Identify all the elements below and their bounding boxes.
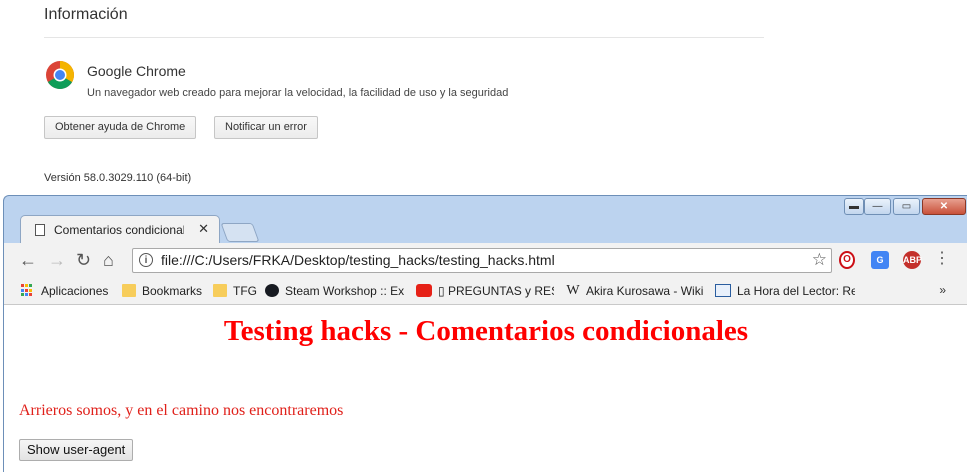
minimize-button[interactable]: — — [864, 198, 891, 215]
window-controls: — ▭ ✕ — [864, 198, 966, 215]
toolbar: ← → ↻ ⌂ i file:///C:/Users/FRKA/Desktop/… — [4, 243, 967, 277]
home-icon[interactable]: ⌂ — [103, 250, 114, 270]
bookmark-label: Bookmarks — [142, 283, 203, 298]
wikipedia-icon: W — [566, 283, 580, 298]
page-content: Testing hacks - Comentarios condicionale… — [4, 305, 967, 472]
bookmark-item-steam[interactable]: Steam Workshop :: Ex — [265, 277, 405, 304]
steam-icon — [265, 284, 279, 297]
maximize-button[interactable]: ▭ — [893, 198, 920, 215]
youtube-icon — [416, 284, 432, 297]
bookmark-label: ▯ PREGUNTAS y RESP — [438, 283, 554, 298]
menu-icon[interactable]: ⋮ — [934, 251, 950, 267]
bookmark-item-youtube[interactable]: ▯ PREGUNTAS y RESP — [416, 277, 554, 304]
get-help-button[interactable]: Obtener ayuda de Chrome — [44, 116, 197, 139]
divider — [44, 37, 764, 38]
chrome-logo-icon — [46, 61, 74, 89]
bookmark-label: Steam Workshop :: Ex — [285, 283, 405, 298]
back-arrow-icon[interactable]: ← — [19, 250, 37, 270]
url-text: file:///C:/Users/FRKA/Desktop/testing_ha… — [161, 252, 555, 268]
folder-icon — [213, 284, 227, 297]
bookmark-item-tfg[interactable]: TFG — [213, 277, 257, 304]
book-icon — [715, 284, 731, 297]
page-icon — [35, 224, 45, 236]
close-window-button[interactable]: ✕ — [922, 198, 966, 215]
window-extra-button[interactable]: ▬ — [844, 198, 864, 215]
address-bar[interactable]: i file:///C:/Users/FRKA/Desktop/testing_… — [132, 248, 832, 273]
tab-active[interactable]: Comentarios condicionales ✕ — [20, 215, 220, 244]
new-tab-button[interactable] — [220, 223, 260, 242]
page-heading: Testing hacks - Comentarios condicionale… — [223, 315, 749, 347]
tab-title: Comentarios condicionales — [54, 223, 184, 237]
product-description: Un navegador web creado para mejorar la … — [87, 87, 509, 99]
apps-icon — [21, 284, 35, 297]
bookmark-item-wikipedia[interactable]: W Akira Kurosawa - Wiki — [566, 277, 704, 304]
show-user-agent-button[interactable]: Show user-agent — [19, 439, 134, 461]
product-name: Google Chrome — [87, 63, 186, 79]
version-label: Versión 58.0.3029.110 (64-bit) — [44, 172, 192, 184]
folder-icon — [122, 284, 136, 297]
tab-close-icon[interactable]: ✕ — [198, 221, 209, 237]
bookmark-label: Aplicaciones — [41, 283, 109, 298]
adblock-extension-icon[interactable]: ABP — [903, 251, 922, 269]
translate-extension-icon[interactable]: G — [871, 251, 889, 269]
bookmark-star-icon[interactable]: ☆ — [812, 250, 827, 270]
opera-extension-icon[interactable]: O — [839, 251, 855, 269]
forward-arrow-icon[interactable]: → — [48, 250, 66, 270]
bookmark-label: TFG — [233, 283, 257, 298]
report-issue-button[interactable]: Notificar un error — [214, 116, 318, 139]
about-page: Información Google Chrome Un navegador w… — [0, 0, 967, 200]
info-icon[interactable]: i — [139, 253, 153, 267]
bookmark-item-la-hora[interactable]: La Hora del Lector: Re — [715, 277, 855, 304]
more-bookmarks-icon[interactable]: » — [939, 283, 946, 297]
page-paragraph: Arrieros somos, y en el camino nos encon… — [19, 402, 344, 419]
about-title: Información — [44, 6, 128, 23]
bookmarks-bar: Aplicaciones Bookmarks TFG Steam Worksho… — [4, 277, 967, 305]
bookmark-item-bookmarks[interactable]: Bookmarks — [122, 277, 202, 304]
reload-icon[interactable]: ↻ — [76, 250, 91, 270]
browser-window: ▬ — ▭ ✕ Comentarios condicionales ✕ ← → … — [3, 195, 967, 472]
bookmark-label: Akira Kurosawa - Wiki — [586, 283, 704, 298]
bookmark-item-apps[interactable]: Aplicaciones — [21, 277, 108, 304]
bookmark-label: La Hora del Lector: Re — [737, 283, 855, 298]
